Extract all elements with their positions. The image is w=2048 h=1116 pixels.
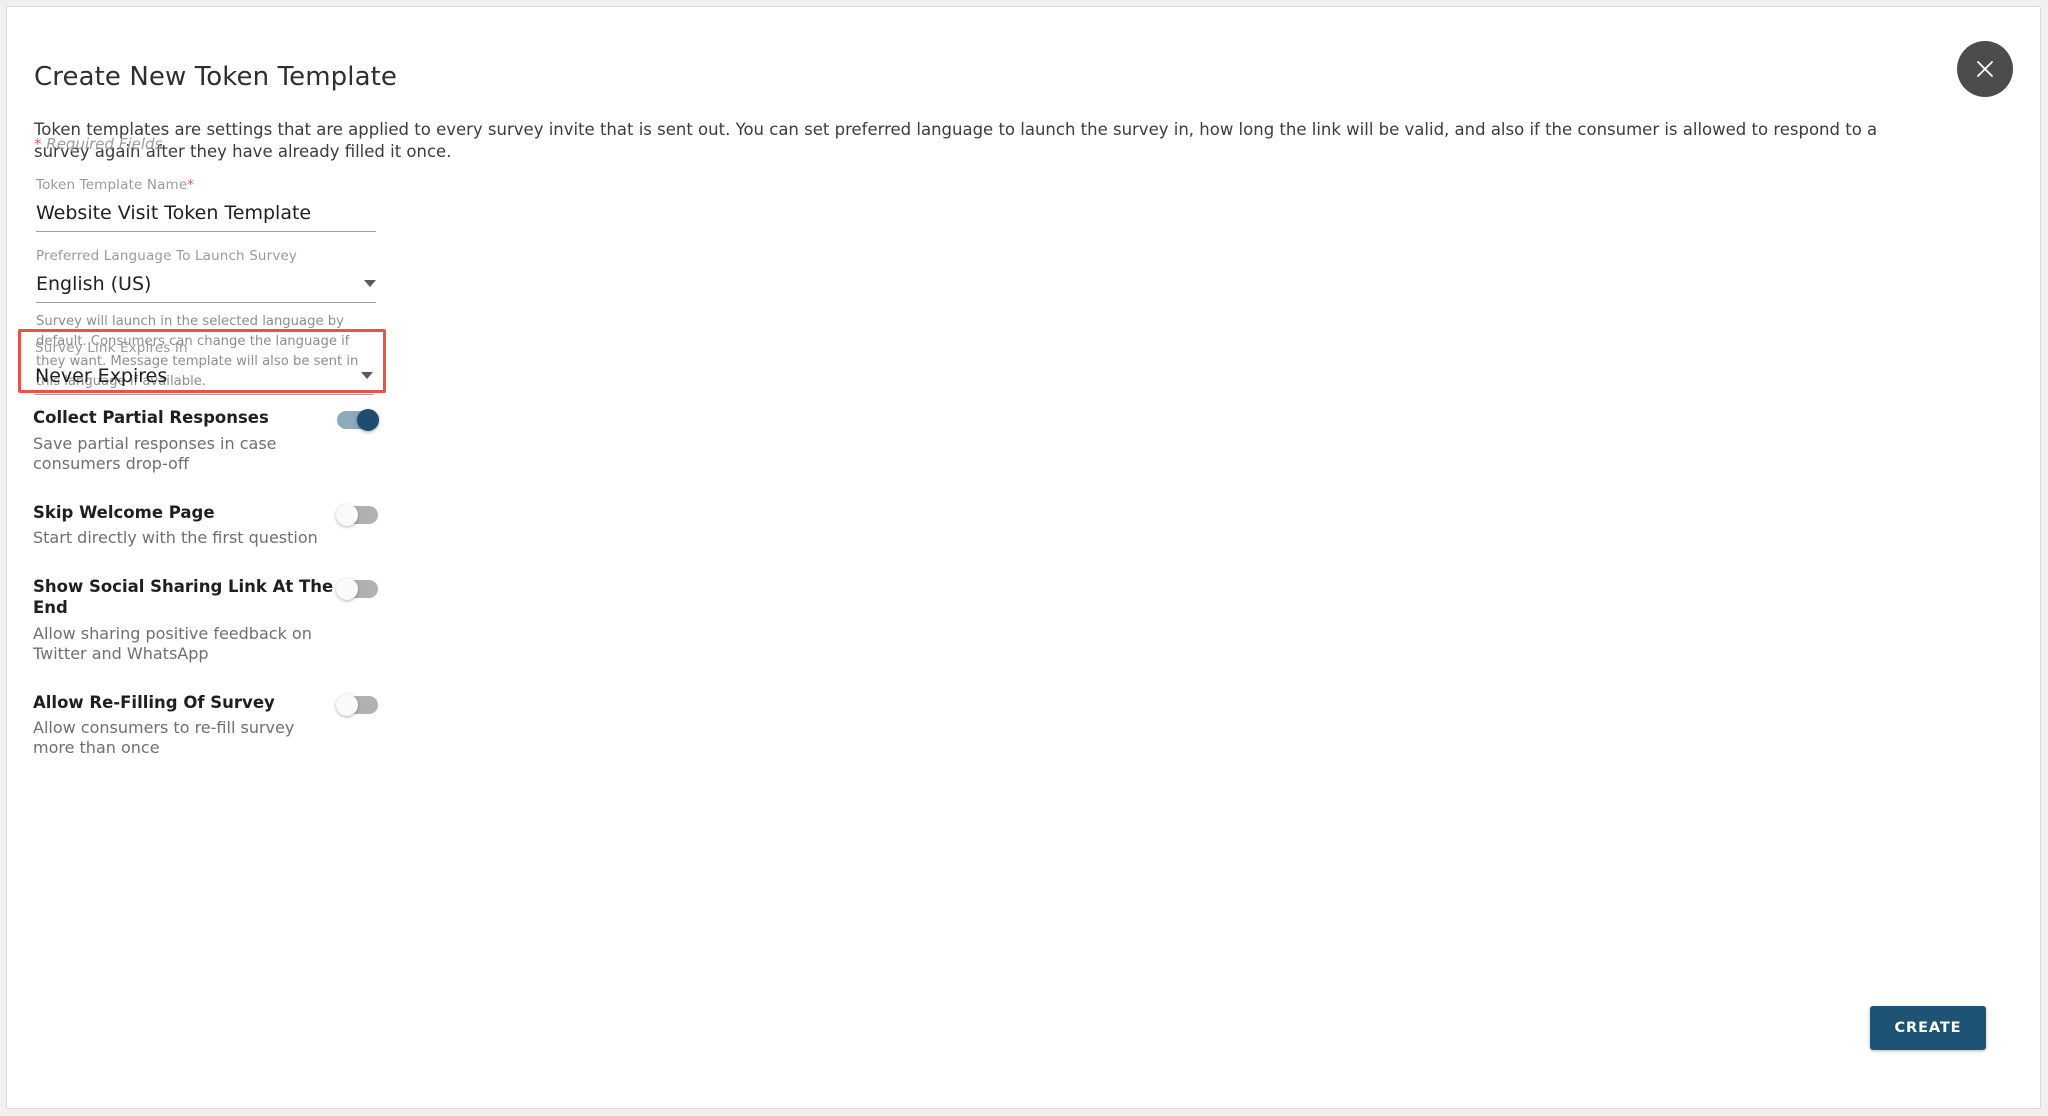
- screen-background: Create New Token Template Token template…: [0, 0, 2048, 1116]
- toggle-row-allow-refilling-of-survey: Allow Re-Filling Of Survey Allow consume…: [33, 692, 378, 759]
- create-token-template-modal: Create New Token Template Token template…: [6, 6, 2041, 1109]
- settings-toggle-list: Collect Partial Responses Save partial r…: [33, 407, 379, 786]
- close-icon: [1974, 58, 1996, 80]
- chevron-down-icon: [361, 365, 373, 384]
- toggle-subtitle: Save partial responses in case consumers…: [33, 433, 277, 473]
- survey-link-expiry-select[interactable]: Never Expires: [35, 365, 373, 396]
- close-button[interactable]: [1957, 41, 2013, 97]
- toggle-texts: Skip Welcome Page Start directly with th…: [33, 502, 318, 549]
- survey-link-expiry-value: Never Expires: [35, 364, 168, 387]
- toggle-subtitle: Allow sharing positive feedback on Twitt…: [33, 623, 312, 663]
- chevron-down-icon: [364, 273, 376, 292]
- toggle-knob: [357, 409, 379, 431]
- required-fields-note: * Required Fields: [34, 135, 162, 153]
- toggle-knob: [336, 693, 358, 716]
- toggle-texts: Show Social Sharing Link At The End Allo…: [33, 576, 337, 663]
- modal-description: Token templates are settings that are ap…: [34, 120, 1878, 162]
- required-fields-label: Required Fields: [41, 135, 163, 153]
- toggle-row-show-social-sharing-link: Show Social Sharing Link At The End Allo…: [33, 576, 378, 663]
- toggle-row-skip-welcome-page: Skip Welcome Page Start directly with th…: [33, 502, 378, 549]
- toggle-allow-refilling-of-survey[interactable]: [336, 693, 378, 716]
- toggle-title: Skip Welcome Page: [33, 502, 215, 522]
- token-template-name-label: Token Template Name*: [36, 177, 376, 193]
- toggle-subtitle: Allow consumers to re-fill survey more t…: [33, 718, 295, 758]
- survey-link-expiry-field: Survey Link Expires In Never Expires: [35, 340, 373, 396]
- toggle-collect-partial-responses[interactable]: [337, 409, 379, 431]
- toggle-title: Allow Re-Filling Of Survey: [33, 692, 275, 712]
- preferred-language-label: Preferred Language To Launch Survey: [36, 248, 298, 264]
- survey-link-expiry-label: Survey Link Expires In: [35, 340, 188, 356]
- toggle-row-collect-partial-responses: Collect Partial Responses Save partial r…: [33, 407, 379, 474]
- toggle-skip-welcome-page[interactable]: [336, 503, 378, 526]
- preferred-language-value: English (US): [36, 272, 152, 295]
- required-asterisk: *: [34, 135, 42, 153]
- token-template-name-label-text: Token Template Name: [36, 177, 188, 193]
- toggle-subtitle: Start directly with the first question: [33, 528, 318, 548]
- toggle-title: Show Social Sharing Link At The End: [33, 577, 334, 617]
- toggle-title: Collect Partial Responses: [33, 408, 269, 427]
- toggle-show-social-sharing-link[interactable]: [336, 578, 378, 601]
- required-asterisk: *: [187, 177, 195, 193]
- toggle-texts: Allow Re-Filling Of Survey Allow consume…: [33, 692, 337, 759]
- toggle-texts: Collect Partial Responses Save partial r…: [33, 407, 337, 474]
- preferred-language-select[interactable]: English (US): [36, 273, 376, 304]
- token-template-name-input[interactable]: [36, 201, 376, 225]
- create-button[interactable]: CREATE: [1870, 1006, 1986, 1050]
- page-title: Create New Token Template: [34, 62, 398, 92]
- toggle-knob: [336, 503, 358, 526]
- token-template-name-input-row[interactable]: [36, 201, 376, 233]
- token-template-name-field: Token Template Name*: [36, 177, 376, 233]
